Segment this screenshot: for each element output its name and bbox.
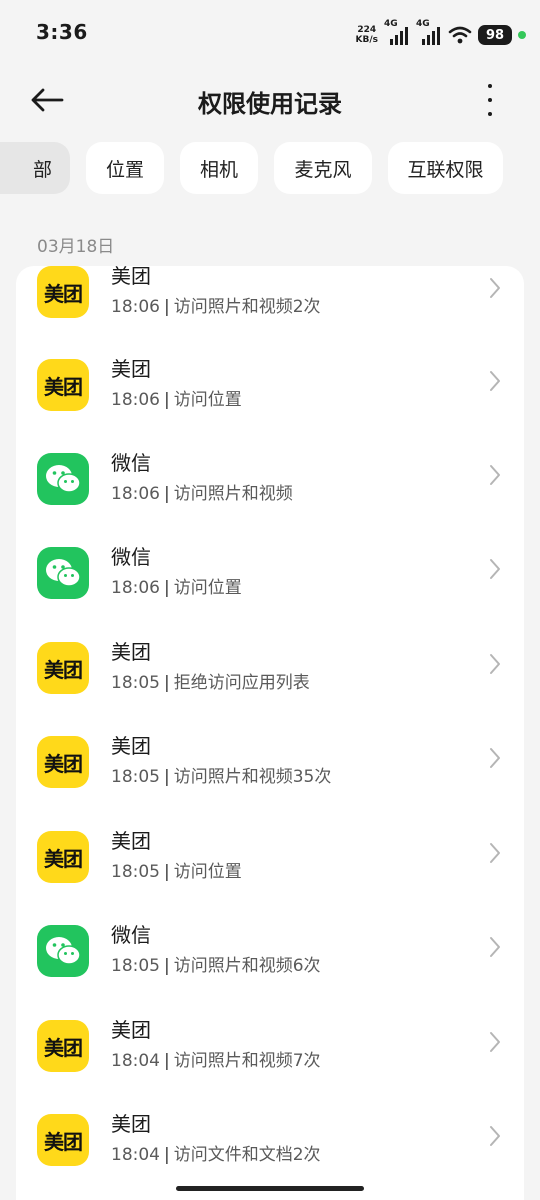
status-icons: 224 KB/s 4G 4G 98 [356, 19, 526, 48]
record-item[interactable]: 微信 18:06 | 访问照片和视频 [16, 451, 524, 547]
chevron-right-icon [490, 937, 500, 957]
signal-icon-2: 4G [416, 19, 442, 45]
wechat-app-icon [37, 547, 89, 599]
meituan-app-icon: 美团 [37, 1020, 89, 1072]
record-detail: 18:06 | 访问位置 [111, 390, 242, 410]
signal-icon: 4G [384, 19, 410, 45]
app-name: 美团 [111, 266, 151, 288]
record-item[interactable]: 微信 18:06 | 访问位置 [16, 545, 524, 641]
record-item[interactable]: 美团 美团 18:05 | 拒绝访问应用列表 [16, 640, 524, 736]
network-speed-unit: KB/s [355, 35, 378, 45]
record-detail: 18:06 | 访问照片和视频 [111, 484, 293, 504]
record-item[interactable]: 美团 美团 18:04 | 访问照片和视频7次 [16, 1018, 524, 1114]
filter-chips: 部 位置 相机 麦克风 互联权限 [0, 142, 540, 194]
app-name: 美团 [111, 829, 151, 853]
record-detail: 18:04 | 访问文件和文档2次 [111, 1145, 321, 1165]
date-header: 03月18日 [37, 237, 115, 257]
active-indicator-dot [518, 31, 526, 39]
app-name: 美团 [111, 1018, 151, 1042]
meituan-app-icon: 美团 [37, 736, 89, 788]
network-speed: 224 KB/s [356, 25, 378, 45]
record-detail: 18:06 | 访问照片和视频2次 [111, 297, 321, 317]
filter-chip-camera[interactable]: 相机 [180, 142, 258, 194]
network-type-2: 4G [416, 19, 430, 29]
more-options-button[interactable] [478, 84, 502, 116]
network-type-1: 4G [384, 19, 398, 29]
chevron-right-icon [490, 1032, 500, 1052]
chevron-right-icon [490, 654, 500, 674]
battery-indicator: 98 [478, 25, 512, 45]
filter-chip-all[interactable]: 部 [0, 142, 70, 194]
app-name: 微信 [111, 923, 151, 947]
filter-chip-microphone[interactable]: 麦克风 [274, 142, 372, 194]
record-item[interactable]: 美团 美团 18:05 | 访问照片和视频35次 [16, 734, 524, 830]
chevron-right-icon [490, 1126, 500, 1146]
meituan-app-icon: 美团 [37, 266, 89, 318]
app-name: 美团 [111, 357, 151, 381]
chevron-right-icon [490, 465, 500, 485]
page-title: 权限使用记录 [198, 90, 342, 118]
chevron-right-icon [490, 559, 500, 579]
meituan-app-icon: 美团 [37, 1114, 89, 1166]
wechat-app-icon [37, 925, 89, 977]
app-name: 微信 [111, 545, 151, 569]
record-detail: 18:05 | 访问位置 [111, 862, 242, 882]
status-time: 3:36 [36, 20, 88, 44]
app-name: 微信 [111, 451, 151, 475]
header: 权限使用记录 [0, 70, 540, 130]
chevron-right-icon [490, 278, 500, 298]
record-detail: 18:06 | 访问位置 [111, 578, 242, 598]
record-detail: 18:05 | 拒绝访问应用列表 [111, 673, 310, 693]
more-dot-icon [488, 84, 492, 88]
chevron-right-icon [490, 843, 500, 863]
wechat-app-icon [37, 453, 89, 505]
meituan-app-icon: 美团 [37, 642, 89, 694]
app-name: 美团 [111, 640, 151, 664]
record-item[interactable]: 微信 18:05 | 访问照片和视频6次 [16, 923, 524, 1019]
filter-chip-interconnect[interactable]: 互联权限 [388, 142, 503, 194]
filter-chip-location[interactable]: 位置 [86, 142, 164, 194]
record-item[interactable]: 美团 美团 18:05 | 访问位置 [16, 829, 524, 925]
app-name: 美团 [111, 734, 151, 758]
chevron-right-icon [490, 371, 500, 391]
more-dot-icon [488, 112, 492, 116]
chevron-right-icon [490, 748, 500, 768]
record-detail: 18:05 | 访问照片和视频6次 [111, 956, 321, 976]
meituan-app-icon: 美团 [37, 359, 89, 411]
permission-record-list: 美团 美团 18:06 | 访问照片和视频2次 美团 美团 18:06 | 访问位置 微… [16, 266, 524, 1200]
app-name: 美团 [111, 1112, 151, 1136]
status-bar: 3:36 224 KB/s 4G 4G 98 [0, 0, 540, 66]
screen: 3:36 224 KB/s 4G 4G 98 权限使用记录 部 位置 相机 麦克… [0, 0, 540, 1200]
home-indicator[interactable] [176, 1186, 364, 1191]
record-detail: 18:04 | 访问照片和视频7次 [111, 1051, 321, 1071]
network-speed-value: 224 [357, 25, 377, 35]
record-detail: 18:05 | 访问照片和视频35次 [111, 767, 332, 787]
record-item[interactable]: 美团 美团 18:06 | 访问照片和视频2次 [16, 266, 524, 360]
wifi-icon [448, 26, 472, 44]
more-dot-icon [488, 98, 492, 102]
meituan-app-icon: 美团 [37, 831, 89, 883]
record-item[interactable]: 美团 美团 18:06 | 访问位置 [16, 357, 524, 453]
